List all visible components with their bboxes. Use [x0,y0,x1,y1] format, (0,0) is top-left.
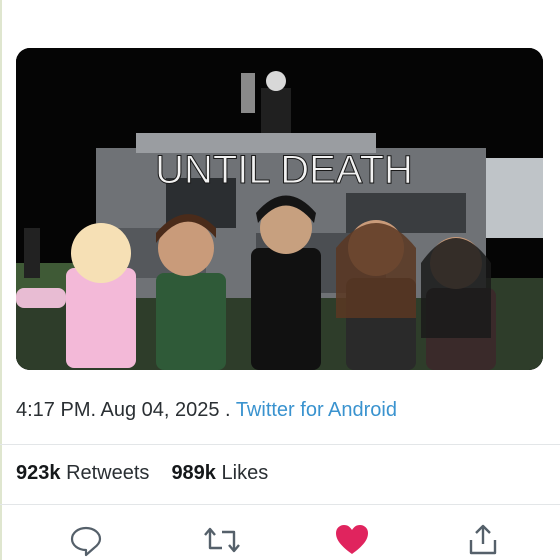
likes-label: Likes [221,462,269,484]
like-button[interactable] [332,520,372,560]
character-black [251,195,321,370]
likes-count: 989k [171,462,216,484]
media-scene: UNTIL DEATH [16,48,543,370]
page-edge [0,0,2,560]
tweet-actions [0,518,560,560]
divider [0,504,560,505]
likes-stat[interactable]: 989k Likes [171,462,268,484]
tweet-stats: 923k Retweets 989k Likes [16,462,268,485]
timestamp-text: 4:17 PM. Aug 04, 2025 [16,399,220,421]
retweet-button[interactable] [202,520,242,560]
like-icon [336,525,368,554]
reply-button[interactable] [66,520,106,560]
divider [0,444,560,445]
source-link[interactable]: Twitter for Android [236,399,397,421]
tweet-timestamp: 4:17 PM. Aug 04, 2025 . Twitter for Andr… [16,399,397,422]
meta-separator: . [219,399,236,421]
tweet-media-image[interactable]: UNTIL DEATH [16,48,543,370]
reply-icon [70,526,102,557]
retweets-label: Retweets [66,462,150,484]
share-icon [469,524,497,555]
retweet-icon [204,527,240,553]
share-button[interactable] [463,520,503,560]
character-dark-hair [421,237,496,370]
media-title-text: UNTIL DEATH [155,148,413,192]
character-brown-hair [336,220,416,370]
retweets-count: 923k [16,462,61,484]
retweets-stat[interactable]: 923k Retweets [16,462,149,484]
